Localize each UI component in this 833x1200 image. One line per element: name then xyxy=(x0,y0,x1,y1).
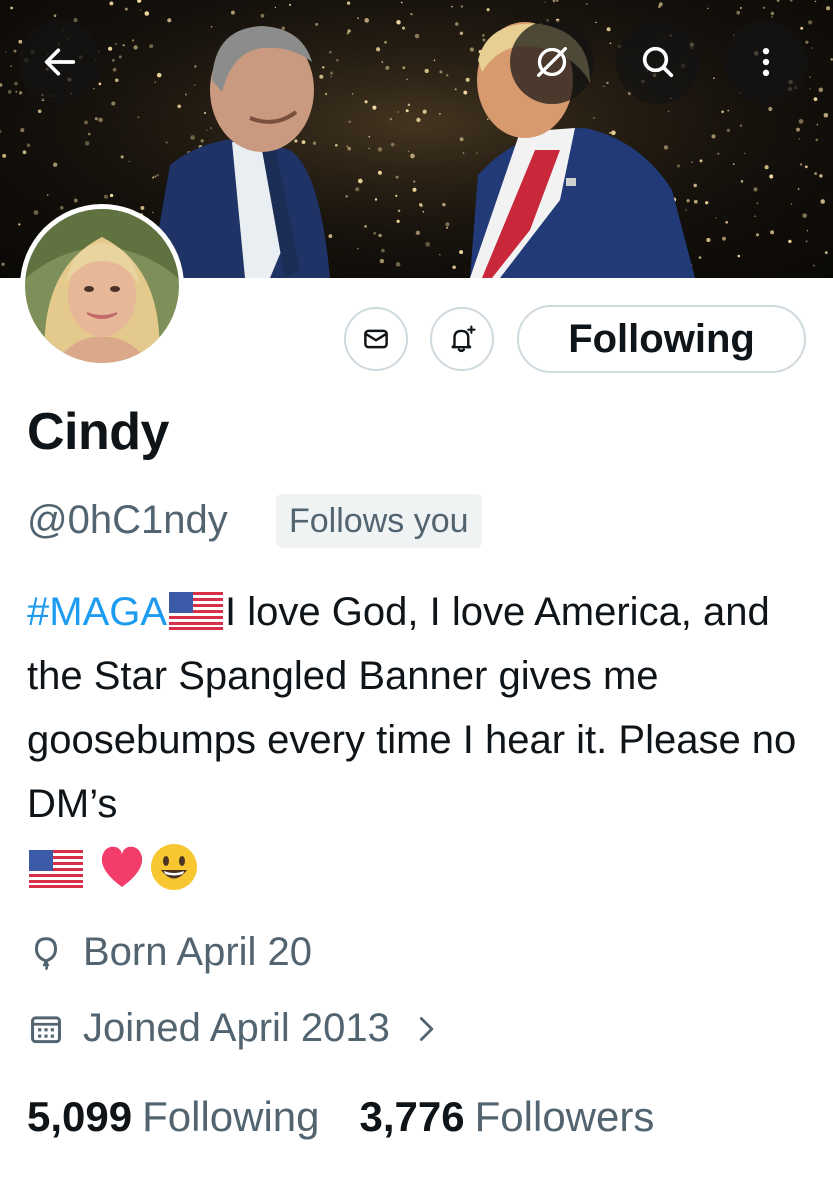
following-count: 5,099 xyxy=(27,1093,133,1140)
display-name: Cindy xyxy=(27,403,169,461)
birthday-text: Born April 20 xyxy=(83,930,313,974)
follows-you-badge: Follows you xyxy=(276,494,482,548)
profile-bio: #MAGA I love God, I love America, and th… xyxy=(27,580,817,902)
followers-label: Followers xyxy=(474,1093,655,1140)
followers-stat-link[interactable]: 3,776 Followers xyxy=(360,1093,655,1141)
message-button[interactable] xyxy=(344,307,408,371)
balloon-icon xyxy=(34,936,58,970)
followers-count: 3,776 xyxy=(359,1093,465,1140)
heart-emoji xyxy=(96,841,148,893)
joined-row[interactable]: Joined April 2013 xyxy=(27,1006,440,1051)
following-button[interactable]: Following xyxy=(517,305,806,373)
bio-emoji-row xyxy=(27,838,817,902)
follow-stats: 5,099 Following 3,776 Followers xyxy=(27,1093,694,1141)
following-label: Following xyxy=(142,1093,320,1140)
block-view-button[interactable] xyxy=(510,20,594,104)
birthday-row: Born April 20 xyxy=(27,930,312,975)
bio-hashtag-link[interactable]: #MAGA xyxy=(27,590,167,634)
user-handle: @0hC1ndy xyxy=(27,498,228,542)
calendar-icon xyxy=(31,1015,61,1043)
smiley-emoji xyxy=(148,841,200,893)
search-icon xyxy=(642,46,674,78)
avatar[interactable] xyxy=(20,204,184,368)
us-flag-emoji xyxy=(29,850,83,888)
joined-text: Joined April 2013 xyxy=(83,1006,390,1050)
eye-slash-icon xyxy=(537,47,567,78)
us-flag-emoji xyxy=(169,592,224,630)
more-vertical-icon xyxy=(762,48,770,76)
avatar-image xyxy=(25,209,179,363)
notifications-button[interactable] xyxy=(430,307,494,371)
back-button[interactable] xyxy=(18,20,102,104)
chevron-right-icon[interactable] xyxy=(412,1015,440,1043)
more-options-button[interactable] xyxy=(724,20,808,104)
envelope-icon xyxy=(364,329,388,349)
following-stat-link[interactable]: 5,099 Following xyxy=(27,1093,320,1141)
arrow-left-icon xyxy=(44,48,76,76)
search-button[interactable] xyxy=(616,20,700,104)
bell-plus-icon xyxy=(451,325,476,353)
